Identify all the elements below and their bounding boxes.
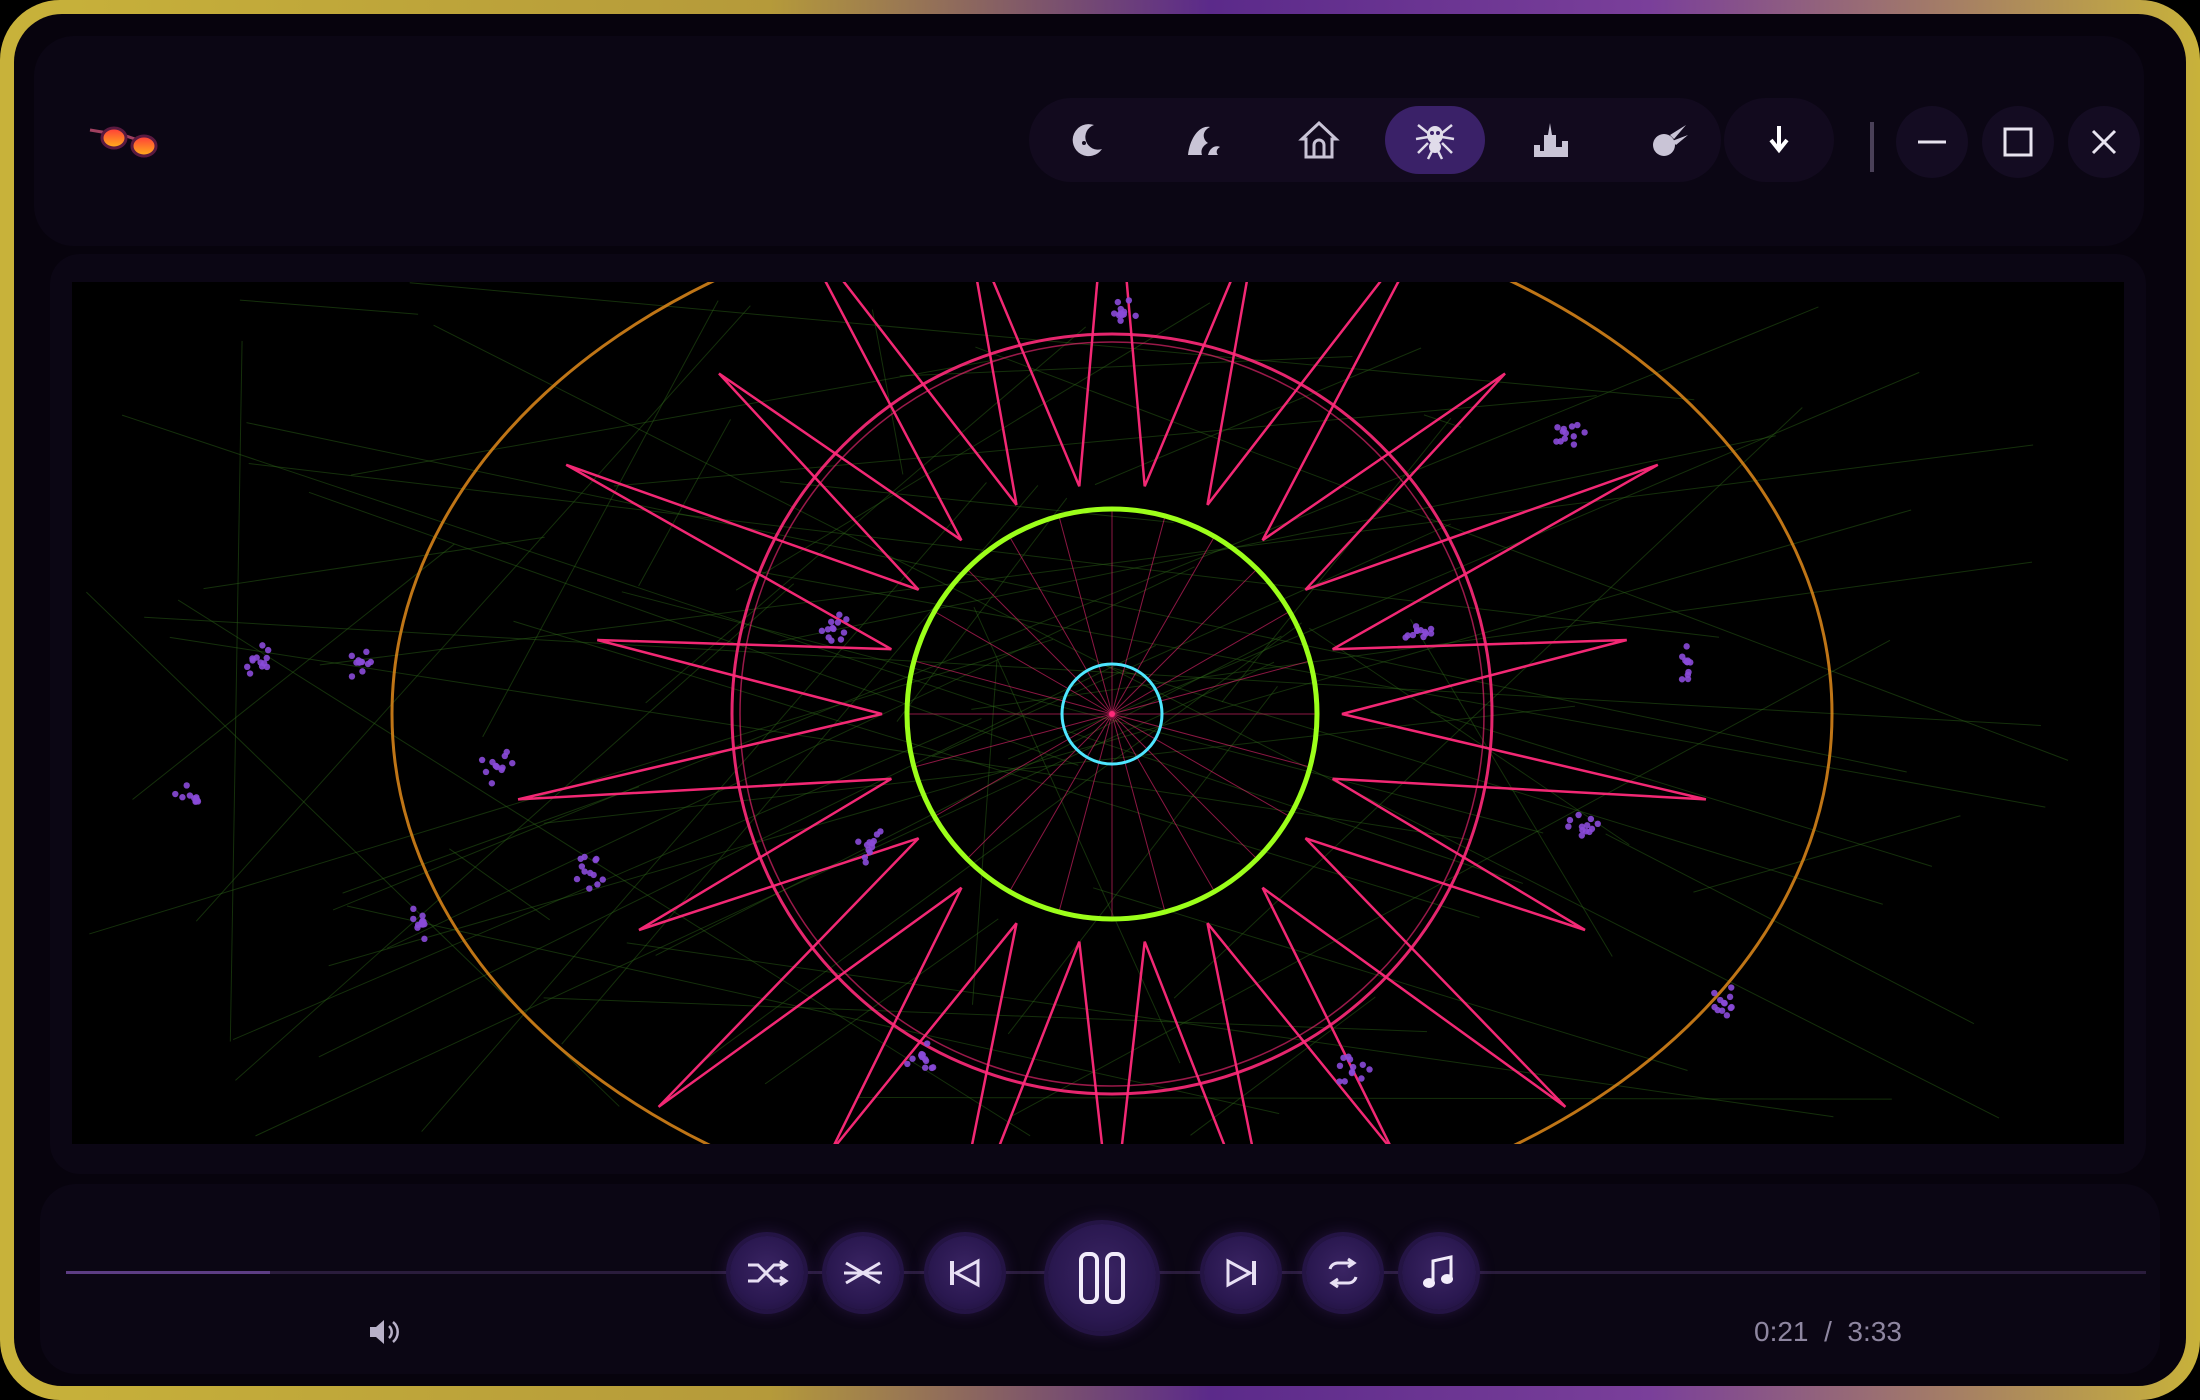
tab-city[interactable] (1501, 106, 1601, 174)
crossfade-icon (844, 1261, 882, 1285)
app-window: 0:21 / 3:33 (14, 14, 2186, 1386)
total-time: 3:33 (1847, 1316, 1902, 1347)
maximize-button[interactable] (1982, 106, 2054, 178)
wave-icon (1188, 126, 1220, 155)
tab-comet[interactable] (1617, 106, 1717, 174)
shuffle-button[interactable] (730, 1236, 804, 1310)
previous-button[interactable] (928, 1236, 1002, 1310)
previous-icon (950, 1258, 980, 1288)
tab-moon[interactable] (1037, 106, 1137, 174)
visualizer-tabs (1029, 98, 1721, 182)
pause-icon (1079, 1252, 1125, 1304)
current-time: 0:21 (1754, 1316, 1809, 1347)
volume-button[interactable] (366, 1316, 406, 1352)
temple-icon (1298, 120, 1340, 159)
shuffle-icon (748, 1259, 789, 1287)
playlist-button[interactable] (1402, 1236, 1476, 1310)
sunglasses-icon (84, 114, 174, 174)
next-icon (1226, 1258, 1256, 1288)
crossfade-button[interactable] (826, 1236, 900, 1310)
tab-temple[interactable] (1269, 106, 1369, 174)
toolbar-divider (1870, 122, 1874, 172)
visualizer-canvas (72, 113, 2124, 1291)
close-icon (2091, 129, 2117, 155)
moon-icon (1072, 124, 1102, 157)
speaker-icon (370, 1320, 399, 1344)
tab-spider[interactable] (1385, 106, 1485, 174)
spider-icon (1415, 124, 1455, 160)
comet-icon (1653, 125, 1688, 156)
time-display: 0:21 / 3:33 (1754, 1316, 1902, 1348)
time-separator: / (1824, 1316, 1832, 1347)
seek-bar-fill (66, 1271, 270, 1274)
music-note-icon (1423, 1255, 1453, 1288)
repeat-button[interactable] (1306, 1236, 1380, 1310)
repeat-icon (1328, 1257, 1358, 1289)
next-button[interactable] (1204, 1236, 1278, 1310)
tab-wave[interactable] (1153, 106, 1253, 174)
audio-visualizer (86, 113, 2069, 1291)
close-button[interactable] (2068, 106, 2140, 178)
maximize-icon (2003, 127, 2033, 157)
minimize-icon (1918, 140, 1946, 144)
download-arrow-icon (1769, 126, 1789, 154)
download-button[interactable] (1724, 98, 1834, 182)
minimize-button[interactable] (1896, 106, 1968, 178)
city-icon (1534, 123, 1568, 157)
pause-button[interactable] (1048, 1224, 1156, 1332)
